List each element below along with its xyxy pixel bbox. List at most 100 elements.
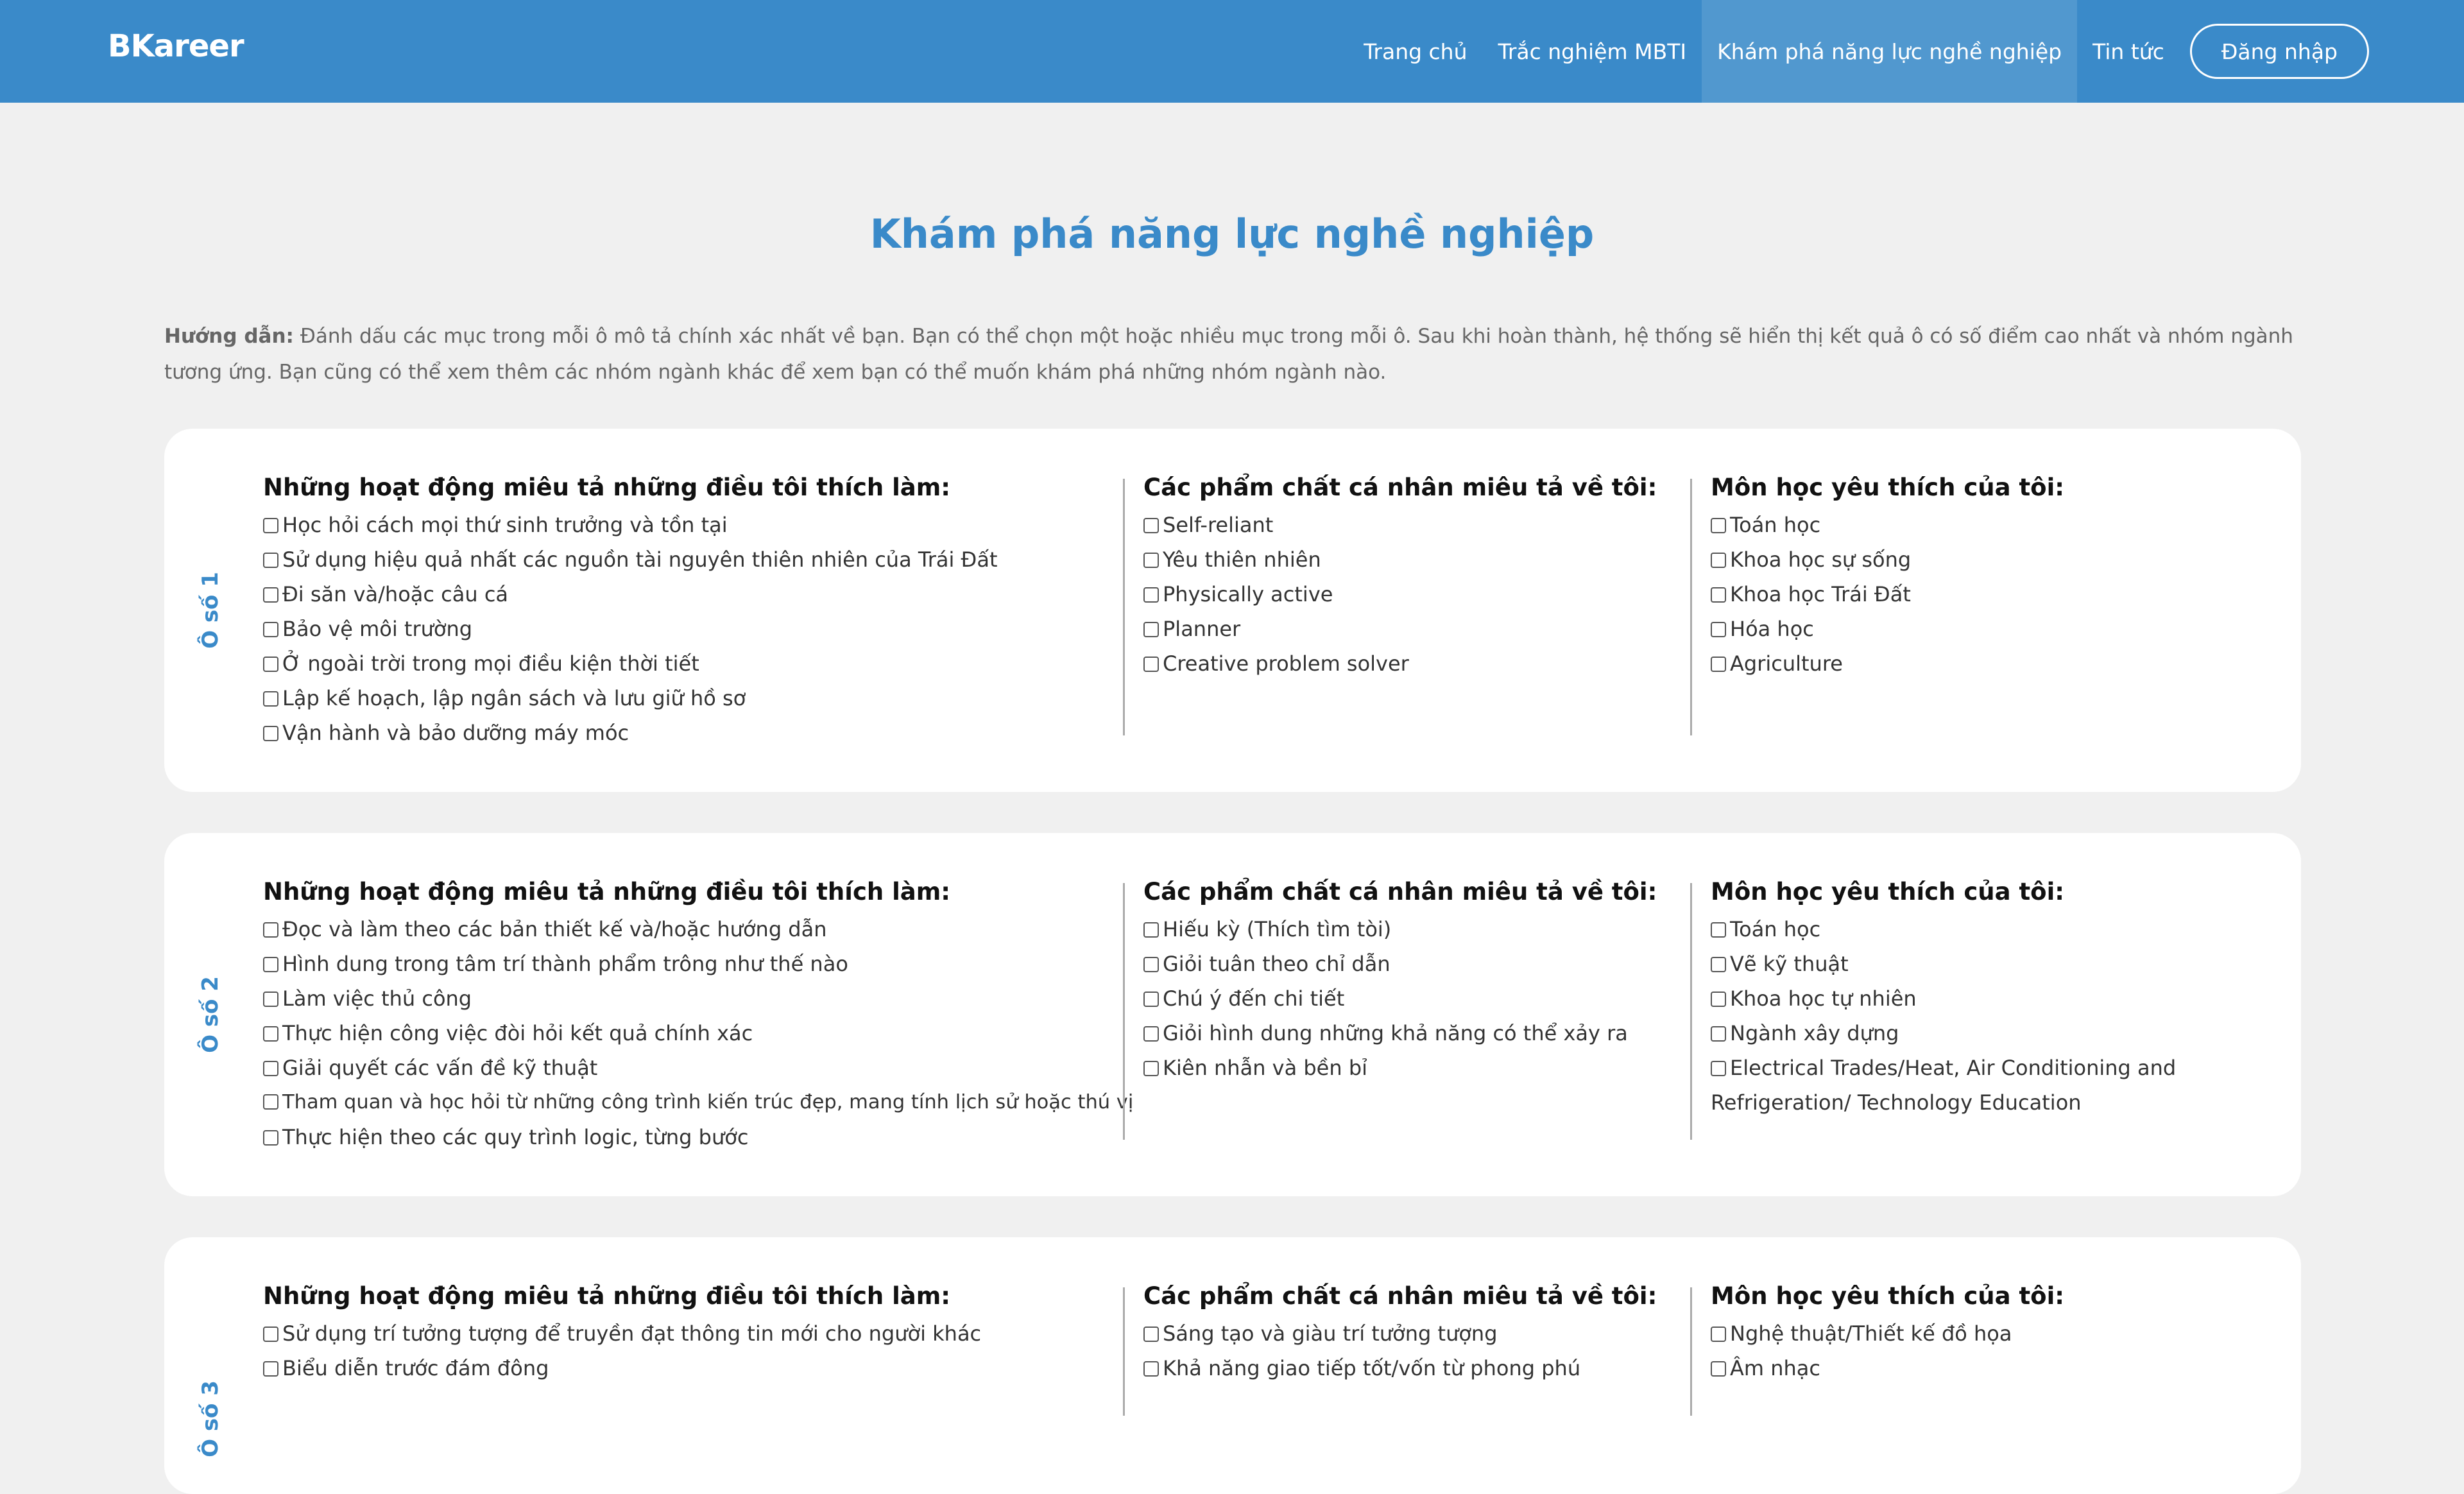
checkbox[interactable] [1711,518,1726,533]
checkbox[interactable] [1143,1061,1159,1076]
checkbox[interactable] [1711,622,1726,637]
login-button[interactable]: Đăng nhập [2189,24,2369,79]
option-item[interactable]: Sử dụng trí tưởng tượng để truyền đạt th… [263,1316,1084,1351]
nav-link-news[interactable]: Tin tức [2077,0,2180,103]
option-item[interactable]: Biểu diễn trước đám đông [263,1351,1084,1386]
checkbox[interactable] [1711,1361,1726,1377]
nav-link-career-discovery[interactable]: Khám phá năng lực nghề nghiệp [1702,0,2078,103]
option-item[interactable]: Làm việc thủ công [263,981,1084,1016]
checkbox[interactable] [263,1061,278,1076]
checkbox[interactable] [263,922,278,938]
option-item[interactable]: Học hỏi cách mọi thứ sinh trưởng và tồn … [263,508,1084,542]
option-item[interactable]: Tham quan và học hỏi từ những công trình… [263,1085,1133,1120]
brand-logo[interactable]: BKareer [108,28,244,64]
traits-title: Các phẩm chất cá nhân miêu tả về tôi: [1143,878,1657,906]
nav-link-mbti[interactable]: Trắc nghiệm MBTI [1483,0,1702,103]
checkbox[interactable] [263,1094,278,1110]
activities-title: Những hoạt động miêu tả những điều tôi t… [263,878,951,906]
nav-link-home[interactable]: Trang chủ [1348,0,1482,103]
option-item[interactable]: Hiếu kỳ (Thích tìm tòi) [1143,912,1676,947]
checkbox[interactable] [263,1327,278,1342]
option-item[interactable]: Electrical Trades/Heat, Air Conditioning… [1711,1051,2198,1120]
checkbox[interactable] [1711,922,1726,938]
checkbox[interactable] [1711,1061,1726,1076]
activities-title: Những hoạt động miêu tả những điều tôi t… [263,474,951,501]
checkbox[interactable] [263,691,278,707]
checkbox[interactable] [1143,922,1159,938]
option-item[interactable]: Đọc và làm theo các bản thiết kế và/hoặc… [263,912,1084,947]
checkbox[interactable] [1143,587,1159,603]
checkbox[interactable] [1711,992,1726,1007]
checkbox[interactable] [1143,622,1159,637]
page-title: Khám phá năng lực nghề nghiệp [869,210,1595,257]
option-item[interactable]: Giỏi tuân theo chỉ dẫn [1143,947,1676,981]
option-item[interactable]: Creative problem solver [1143,646,1676,681]
option-item[interactable]: Yêu thiên nhiên [1143,542,1676,577]
traits-title: Các phẩm chất cá nhân miêu tả về tôi: [1143,474,1657,501]
checkbox[interactable] [1143,518,1159,533]
nav-links: Trang chủ Trắc nghiệm MBTI Khám phá năng… [1348,0,2464,103]
option-item[interactable]: Self-reliant [1143,508,1676,542]
option-item[interactable]: Khoa học Trái Đất [1711,577,2198,612]
option-item[interactable]: Lập kế hoạch, lập ngân sách và lưu giữ h… [263,681,1084,716]
option-item[interactable]: Bảo vệ môi trường [263,612,1084,646]
checkbox[interactable] [263,1130,278,1146]
option-item[interactable]: Agriculture [1711,646,2198,681]
checkbox[interactable] [1711,1327,1726,1342]
option-item[interactable]: Nghệ thuật/Thiết kế đồ họa [1711,1316,2198,1351]
option-item[interactable]: Kiên nhẫn và bền bỉ [1143,1051,1676,1085]
subjects-column: Môn học yêu thích của tôi: Nghệ thuật/Th… [1711,1282,2198,1386]
checkbox[interactable] [263,657,278,672]
option-item[interactable]: Vận hành và bảo dưỡng máy móc [263,716,1084,750]
option-item[interactable]: Đi săn và/hoặc câu cá [263,577,1084,612]
option-item[interactable]: Thực hiện theo các quy trình logic, từng… [263,1120,1084,1155]
option-item[interactable]: Khoa học tự nhiên [1711,981,2198,1016]
checkbox[interactable] [1711,957,1726,972]
checkbox[interactable] [263,726,278,741]
checkbox[interactable] [263,553,278,568]
option-item[interactable]: Ngành xây dựng [1711,1016,2198,1051]
option-item[interactable]: Chú ý đến chi tiết [1143,981,1676,1016]
option-item[interactable]: Thực hiện công việc đòi hỏi kết quả chín… [263,1016,1084,1051]
option-item[interactable]: Vẽ kỹ thuật [1711,947,2198,981]
checkbox[interactable] [1711,657,1726,672]
box-label: Ô số 1 [198,572,223,649]
instructions-text: Đánh dấu các mục trong mỗi ô mô tả chính… [164,325,2293,384]
checkbox[interactable] [1143,1361,1159,1377]
subjects-title: Môn học yêu thích của tôi: [1711,878,2065,906]
option-item[interactable]: Giải quyết các vấn đề kỹ thuật [263,1051,1084,1085]
option-item[interactable]: Khả năng giao tiếp tốt/vốn từ phong phú [1143,1351,1676,1386]
checkbox[interactable] [1711,587,1726,603]
checkbox[interactable] [1143,553,1159,568]
checkbox[interactable] [263,1026,278,1042]
checkbox[interactable] [263,622,278,637]
option-item[interactable]: Toán học [1711,508,2198,542]
option-item[interactable]: Toán học [1711,912,2198,947]
option-item[interactable]: Planner [1143,612,1676,646]
option-item[interactable]: Ở ngoài trời trong mọi điều kiện thời ti… [263,646,1084,681]
checkbox[interactable] [1143,657,1159,672]
column-divider [1690,883,1692,1140]
option-item[interactable]: Khoa học sự sống [1711,542,2198,577]
option-item[interactable]: Giỏi hình dung những khả năng có thể xảy… [1143,1016,1676,1051]
checkbox[interactable] [263,992,278,1007]
checkbox[interactable] [263,587,278,603]
checkbox[interactable] [263,1361,278,1377]
option-item[interactable]: Hình dung trong tâm trí thành phẩm trông… [263,947,1084,981]
checkbox[interactable] [1143,1327,1159,1342]
checkbox[interactable] [263,518,278,533]
checkbox[interactable] [1143,957,1159,972]
option-item[interactable]: Sáng tạo và giàu trí tưởng tượng [1143,1316,1676,1351]
checkbox[interactable] [1143,1026,1159,1042]
checkbox[interactable] [1143,992,1159,1007]
traits-column: Các phẩm chất cá nhân miêu tả về tôi: Se… [1143,474,1676,681]
option-item[interactable]: Sử dụng hiệu quả nhất các nguồn tài nguy… [263,542,1084,577]
box-label: Ô số 2 [198,976,223,1053]
option-item[interactable]: Hóa học [1711,612,2198,646]
checkbox[interactable] [1711,553,1726,568]
checkbox[interactable] [263,957,278,972]
option-item[interactable]: Physically active [1143,577,1676,612]
checkbox[interactable] [1711,1026,1726,1042]
column-divider [1690,479,1692,735]
option-item[interactable]: Âm nhạc [1711,1351,2198,1386]
